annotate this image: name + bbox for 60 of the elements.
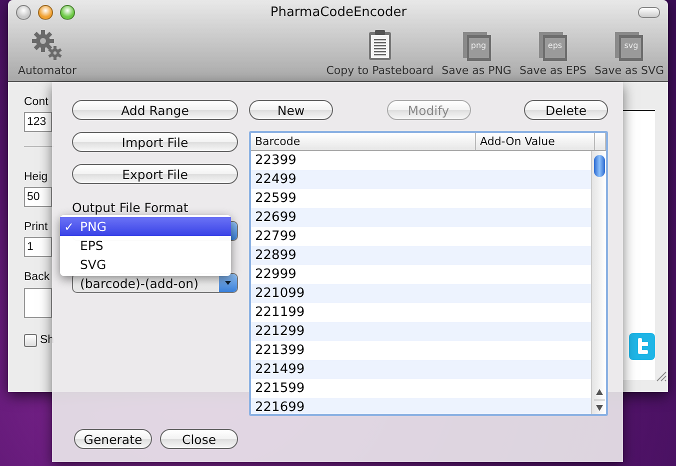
table-cell-text: 22899: [254, 248, 296, 263]
toolbar-toggle-button[interactable]: [638, 6, 660, 18]
table-cell-text: 22799: [254, 229, 296, 244]
push-button[interactable]: Generate: [74, 429, 152, 449]
toolbar-button[interactable]: Copy to Pasteboard: [322, 29, 438, 77]
table-cell-text: 22499: [254, 172, 296, 187]
table-row[interactable]: 221099: [251, 284, 591, 303]
table-cell-text: 22999: [254, 267, 296, 282]
table-row[interactable]: 22699: [251, 208, 591, 227]
column-header[interactable]: Barcode: [251, 133, 476, 150]
close-button[interactable]: [16, 4, 31, 20]
resize-grip[interactable]: [655, 370, 667, 382]
table-cell-text: 22699: [254, 210, 296, 225]
table-cell-text: 221299: [254, 324, 305, 339]
column-header[interactable]: Add-On Value: [476, 133, 595, 150]
table-row[interactable]: 221499: [251, 360, 591, 379]
table-row[interactable]: 22899: [251, 246, 591, 265]
zoom-button[interactable]: [60, 4, 75, 20]
toolbar-button[interactable]: svg Save as SVG: [590, 31, 668, 77]
input-field[interactable]: 123: [24, 112, 52, 132]
toolbar-button[interactable]: Automator: [14, 29, 81, 77]
table-row[interactable]: 221699: [251, 398, 591, 414]
menu-item[interactable]: EPS: [60, 236, 231, 255]
gears-icon: [31, 29, 64, 61]
table-row[interactable]: 22499: [251, 170, 591, 189]
push-button[interactable]: Export File: [72, 164, 238, 184]
minimize-button[interactable]: [38, 4, 53, 20]
table-cell-text: 221699: [254, 400, 305, 414]
menu-item[interactable]: ✓ PNG: [60, 217, 231, 236]
table-cell-text: 221499: [254, 362, 305, 377]
input-field[interactable]: 1: [24, 237, 52, 257]
table-cell-text: 22399: [254, 153, 296, 168]
share-icon[interactable]: [629, 333, 655, 360]
push-button[interactable]: Delete: [524, 100, 608, 120]
table-cell-text: 221399: [254, 343, 305, 358]
table-cell-text: 221599: [254, 381, 305, 396]
checkbox-label: Sh: [40, 333, 54, 348]
input-field[interactable]: 50: [24, 187, 52, 207]
field-label: Heig: [24, 170, 48, 185]
field-label: Print: [24, 220, 48, 235]
table-cell-text: 221099: [254, 286, 305, 301]
menu-item[interactable]: SVG: [60, 255, 231, 274]
push-button[interactable]: Close: [160, 429, 238, 449]
toolbar-button[interactable]: eps Save as EPS: [515, 31, 590, 77]
color-well[interactable]: [24, 288, 52, 318]
clipboard-icon: [368, 29, 392, 61]
checkbox[interactable]: [24, 334, 37, 346]
push-button[interactable]: Import File: [72, 132, 238, 152]
scroll-bar[interactable]: [591, 151, 606, 414]
table-row[interactable]: 221299: [251, 322, 591, 341]
output-format-label: Output File Format: [72, 201, 190, 215]
field-label: Cont: [24, 95, 48, 110]
table-cell-text: 221199: [254, 305, 305, 320]
field-label: Back: [24, 270, 50, 285]
toolbar-button[interactable]: png Save as PNG: [438, 31, 516, 77]
window-title: PharmaCodeEncoder: [269, 4, 408, 20]
table-cell-text: 22599: [254, 191, 296, 206]
push-button[interactable]: Add Range: [72, 100, 238, 120]
push-button[interactable]: New: [249, 100, 333, 120]
caret-icon: [225, 281, 231, 285]
